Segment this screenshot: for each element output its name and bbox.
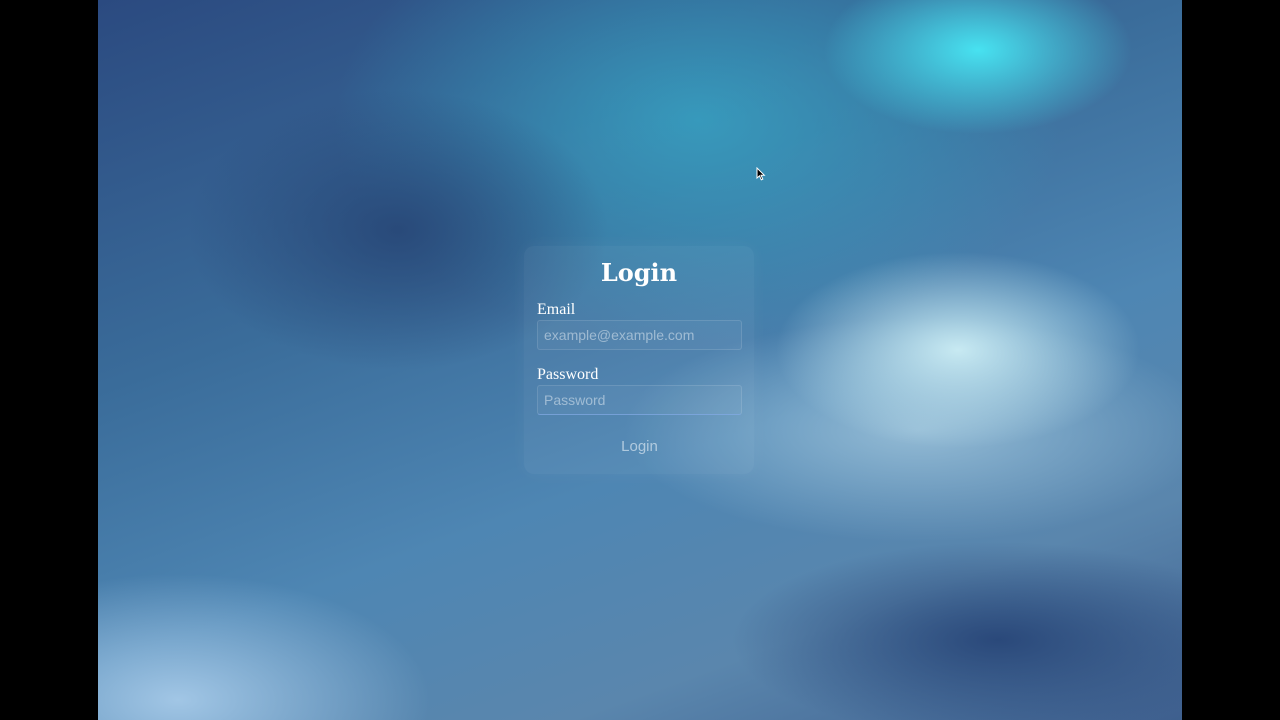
email-label: Email [537, 301, 576, 318]
password-label: Password [537, 366, 599, 383]
mouse-pointer-icon [756, 167, 766, 181]
login-form: Login Email Password Login [524, 246, 754, 474]
login-title: Login [600, 258, 678, 287]
email-input[interactable] [537, 320, 742, 350]
login-button[interactable]: Login [537, 432, 742, 460]
page-background: Login Email Password Login [98, 0, 1182, 720]
password-input[interactable] [537, 385, 742, 415]
